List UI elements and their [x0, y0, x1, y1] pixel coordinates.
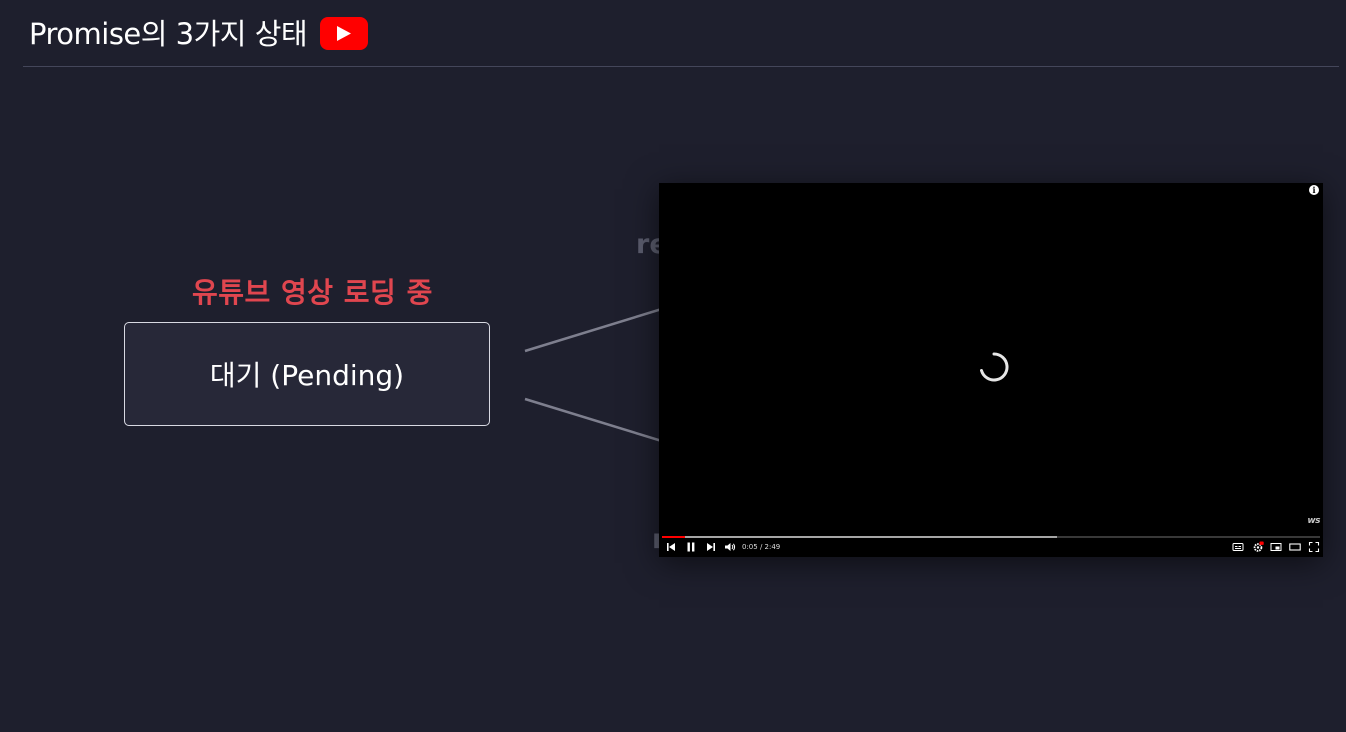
header: Promise의 3가지 상태 — [0, 0, 1346, 68]
volume-icon[interactable] — [724, 541, 736, 553]
miniplayer-icon[interactable] — [1270, 541, 1282, 553]
header-divider — [23, 66, 1339, 67]
youtube-video-player[interactable]: i ws 0:05 / 2:49 — [659, 183, 1323, 557]
info-icon[interactable]: i — [1309, 185, 1319, 195]
pending-state-box: 대기 (Pending) — [124, 322, 490, 426]
pause-icon[interactable] — [686, 541, 696, 553]
progress-buffered — [662, 536, 1057, 538]
connector-line-upper — [524, 306, 666, 353]
connector-line-lower — [524, 397, 666, 444]
fullscreen-icon[interactable] — [1308, 541, 1320, 553]
loading-label: 유튜브 영상 로딩 중 — [192, 276, 433, 309]
next-icon[interactable] — [706, 541, 716, 553]
loading-spinner-icon — [980, 352, 1009, 382]
pending-state-label: 대기 (Pending) — [209, 359, 405, 392]
theater-icon[interactable] — [1289, 541, 1301, 553]
progress-played — [662, 536, 686, 538]
youtube-play-icon[interactable] — [320, 17, 368, 50]
previous-icon[interactable] — [666, 541, 676, 553]
page-title: Promise의 3가지 상태 — [29, 17, 308, 51]
settings-icon[interactable] — [1252, 541, 1264, 553]
captions-icon[interactable] — [1232, 541, 1244, 553]
player-controls: 0:05 / 2:49 — [659, 540, 1323, 555]
time-display: 0:05 / 2:49 — [742, 543, 781, 551]
progress-bar[interactable] — [662, 536, 1320, 538]
channel-watermark[interactable]: ws — [1307, 516, 1320, 526]
